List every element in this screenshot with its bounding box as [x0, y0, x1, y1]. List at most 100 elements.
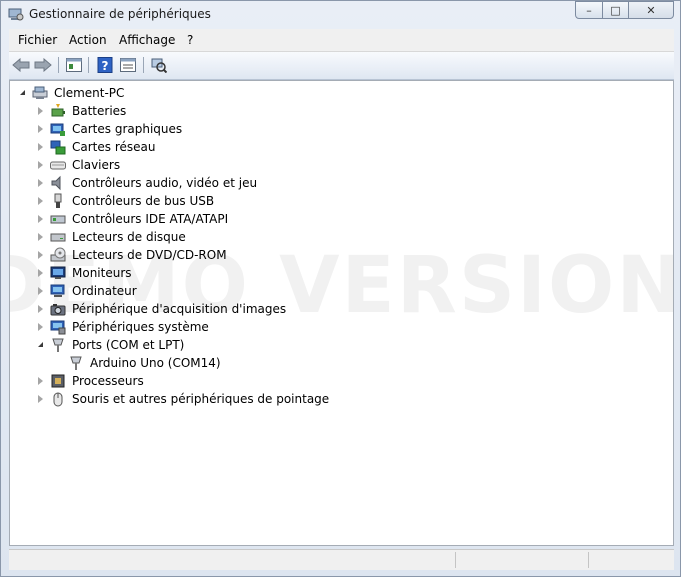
- keyboard-icon: [50, 157, 66, 173]
- tree-item-label: Lecteurs de DVD/CD-ROM: [72, 248, 227, 262]
- help-button[interactable]: ?: [95, 56, 115, 74]
- tree-item-label: Contrôleurs audio, vidéo et jeu: [72, 176, 258, 190]
- expand-arrow-icon[interactable]: [38, 107, 43, 115]
- forward-button[interactable]: [33, 56, 53, 74]
- usb-icon: [50, 193, 66, 209]
- forward-arrow-icon: [34, 58, 52, 72]
- help-icon: ?: [97, 57, 113, 73]
- tree-category[interactable]: Ports (COM et LPT): [10, 336, 650, 354]
- collapse-arrow-icon[interactable]: [38, 342, 43, 347]
- view-icon: [120, 58, 136, 72]
- tree-item-label: Clement-PC: [54, 86, 125, 100]
- scan-hardware-icon: [151, 58, 167, 73]
- svg-text:?: ?: [102, 59, 109, 73]
- menu-action[interactable]: Action: [69, 33, 107, 47]
- status-bar: [9, 549, 674, 570]
- tree-category[interactable]: Périphériques système: [10, 318, 650, 336]
- menu-help[interactable]: ?: [187, 33, 193, 47]
- tree-category[interactable]: Contrôleurs audio, vidéo et jeu: [10, 174, 650, 192]
- expand-arrow-icon[interactable]: [38, 269, 43, 277]
- tree-item-label: Périphériques système: [72, 320, 209, 334]
- tree-device[interactable]: Arduino Uno (COM14): [10, 354, 650, 372]
- tree-category[interactable]: Souris et autres périphériques de pointa…: [10, 390, 650, 408]
- computer-root: [32, 85, 48, 101]
- title-bar[interactable]: Gestionnaire de périphériques – □ ✕: [1, 1, 680, 29]
- tree-category[interactable]: Batteries: [10, 102, 650, 120]
- expand-arrow-icon[interactable]: [38, 215, 43, 223]
- tree-category[interactable]: Ordinateur: [10, 282, 650, 300]
- tree-root-computer[interactable]: Clement-PC: [10, 84, 650, 102]
- tree-category[interactable]: Cartes réseau: [10, 138, 650, 156]
- back-button[interactable]: [11, 56, 31, 74]
- tree-category[interactable]: Processeurs: [10, 372, 650, 390]
- toolbar-separator: [88, 57, 89, 73]
- close-button[interactable]: ✕: [628, 1, 674, 19]
- monitor-icon: [50, 265, 66, 281]
- view-button[interactable]: [118, 56, 138, 74]
- tree-category[interactable]: Contrôleurs IDE ATA/ATAPI: [10, 210, 650, 228]
- dvd-icon: [50, 247, 66, 263]
- scan-hardware-button[interactable]: [149, 56, 169, 74]
- device-tree[interactable]: DEMO VERSION Clement-PC Batteries Cartes g…: [9, 80, 674, 546]
- collapse-arrow-icon[interactable]: [20, 90, 25, 95]
- disk-drive-icon: [50, 229, 66, 245]
- toolbar-separator: [143, 57, 144, 73]
- tree-item-label: Ports (COM et LPT): [72, 338, 185, 352]
- tree-item-label: Moniteurs: [72, 266, 132, 280]
- expand-arrow-icon[interactable]: [38, 323, 43, 331]
- tree-item-label: Contrôleurs de bus USB: [72, 194, 215, 208]
- properties-button[interactable]: [64, 56, 84, 74]
- tree-item-label: Batteries: [72, 104, 127, 118]
- port-icon: [68, 355, 84, 371]
- close-icon: ✕: [646, 3, 656, 17]
- system-device-icon: [50, 319, 66, 335]
- toolbar-separator: [58, 57, 59, 73]
- speaker-icon: [50, 175, 66, 191]
- tree-category[interactable]: Claviers: [10, 156, 650, 174]
- tree-category[interactable]: Périphérique d'acquisition d'images: [10, 300, 650, 318]
- minimize-icon: –: [586, 3, 592, 17]
- tree-item-label: Arduino Uno (COM14): [90, 356, 221, 370]
- window-title: Gestionnaire de périphériques: [29, 7, 211, 21]
- expand-arrow-icon[interactable]: [38, 161, 43, 169]
- battery-icon: [50, 103, 66, 119]
- tree-item-label: Ordinateur: [72, 284, 137, 298]
- tree-category[interactable]: Contrôleurs de bus USB: [10, 192, 650, 210]
- device-manager-icon: [8, 8, 24, 21]
- expand-arrow-icon[interactable]: [38, 377, 43, 385]
- tree-category[interactable]: Lecteurs de DVD/CD-ROM: [10, 246, 650, 264]
- tree-item-label: Cartes réseau: [72, 140, 156, 154]
- expand-arrow-icon[interactable]: [38, 125, 43, 133]
- port-icon: [50, 337, 66, 353]
- expand-arrow-icon[interactable]: [38, 305, 43, 313]
- tree-item-label: Lecteurs de disque: [72, 230, 186, 244]
- expand-arrow-icon[interactable]: [38, 395, 43, 403]
- camera-icon: [50, 301, 66, 317]
- expand-arrow-icon[interactable]: [38, 197, 43, 205]
- toolbar: ?: [9, 52, 674, 80]
- maximize-button[interactable]: □: [602, 1, 629, 19]
- display-adapter-icon: [50, 121, 66, 137]
- menu-bar: Fichier Action Affichage ?: [9, 29, 674, 52]
- expand-arrow-icon[interactable]: [38, 143, 43, 151]
- tree-item-label: Périphérique d'acquisition d'images: [72, 302, 287, 316]
- ide-controller-icon: [50, 211, 66, 227]
- tree-category[interactable]: Cartes graphiques: [10, 120, 650, 138]
- menu-fichier[interactable]: Fichier: [18, 33, 57, 47]
- expand-arrow-icon[interactable]: [38, 179, 43, 187]
- tree-category[interactable]: Lecteurs de disque: [10, 228, 650, 246]
- tree-item-label: Claviers: [72, 158, 121, 172]
- expand-arrow-icon[interactable]: [38, 251, 43, 259]
- status-pane: [455, 552, 588, 568]
- mouse-icon: [50, 391, 66, 407]
- tree-category[interactable]: Moniteurs: [10, 264, 650, 282]
- expand-arrow-icon[interactable]: [38, 287, 43, 295]
- tree-item-label: Cartes graphiques: [72, 122, 183, 136]
- menu-affichage[interactable]: Affichage: [119, 33, 175, 47]
- minimize-button[interactable]: –: [575, 1, 603, 19]
- status-pane: [588, 552, 674, 568]
- computer-icon: [50, 283, 66, 299]
- expand-arrow-icon[interactable]: [38, 233, 43, 241]
- network-adapter-icon: [50, 139, 66, 155]
- maximize-icon: □: [610, 3, 621, 17]
